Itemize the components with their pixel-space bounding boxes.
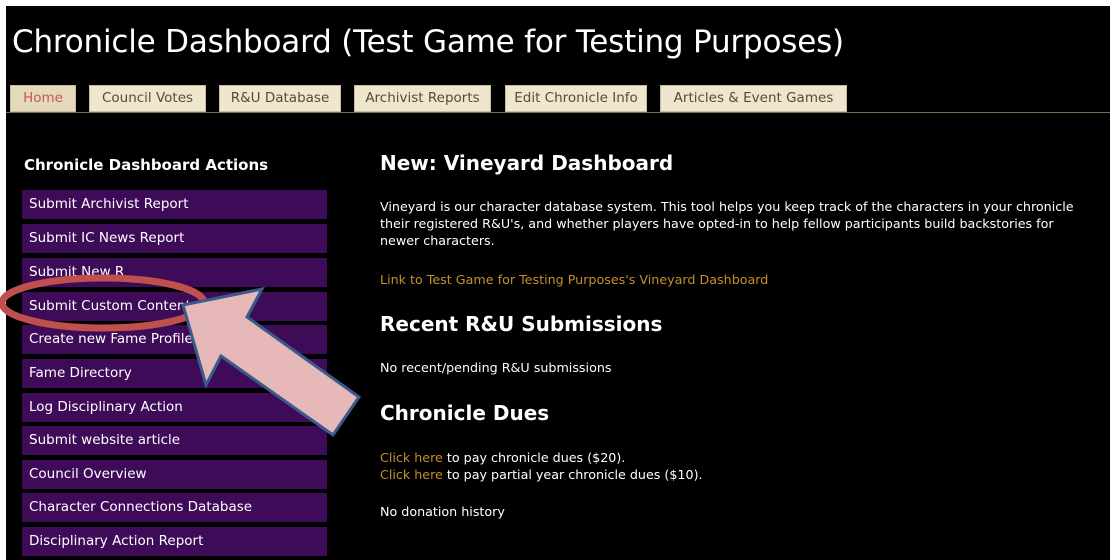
sidebar-item-log-disciplinary-action[interactable]: Log Disciplinary Action: [22, 393, 327, 422]
pay-dues-link[interactable]: Click here: [380, 450, 443, 465]
tab-ru-database[interactable]: R&U Database: [219, 85, 341, 112]
tab-edit-chronicle-info[interactable]: Edit Chronicle Info: [505, 85, 647, 112]
sidebar-item-disciplinary-action-report[interactable]: Disciplinary Action Report: [22, 527, 327, 556]
dues-partial-line: Click here to pay partial year chronicle…: [380, 466, 703, 483]
page-title: Chronicle Dashboard (Test Game for Testi…: [12, 24, 844, 60]
vineyard-description-line3: newer characters.: [380, 233, 495, 248]
vineyard-description-line1: Vineyard is our character database syste…: [380, 199, 1074, 214]
ru-submissions-empty-text: No recent/pending R&U submissions: [380, 360, 612, 375]
tab-archivist-reports[interactable]: Archivist Reports: [354, 85, 491, 112]
donation-history-text: No donation history: [380, 504, 505, 519]
sidebar-item-character-connections-database[interactable]: Character Connections Database: [22, 493, 327, 522]
sidebar-item-submit-archivist-report[interactable]: Submit Archivist Report: [22, 190, 327, 219]
dues-full-line: Click here to pay chronicle dues ($20).: [380, 449, 625, 466]
sidebar-item-submit-website-article[interactable]: Submit website article: [22, 426, 327, 455]
sidebar-item-submit-ic-news-report[interactable]: Submit IC News Report: [22, 224, 327, 253]
ru-submissions-heading: Recent R&U Submissions: [380, 312, 663, 336]
tabs-divider: [6, 112, 1110, 113]
sidebar-item-submit-new-ru[interactable]: Submit New R: [22, 258, 327, 287]
sidebar-item-submit-custom-content[interactable]: Submit Custom Content: [22, 292, 327, 321]
pay-partial-dues-link[interactable]: Click here: [380, 467, 443, 482]
vineyard-description-line2: their registered R&U's, and whether play…: [380, 216, 1054, 231]
vineyard-heading: New: Vineyard Dashboard: [380, 151, 674, 175]
tab-council-votes[interactable]: Council Votes: [89, 85, 206, 112]
chronicle-dashboard-window: Chronicle Dashboard (Test Game for Testi…: [6, 6, 1110, 560]
sidebar-heading: Chronicle Dashboard Actions: [24, 156, 269, 174]
pay-partial-dues-text: to pay partial year chronicle dues ($10)…: [442, 467, 703, 482]
pay-dues-text: to pay chronicle dues ($20).: [442, 450, 626, 465]
tab-articles-event-games[interactable]: Articles & Event Games: [660, 85, 847, 112]
sidebar-item-council-overview[interactable]: Council Overview: [22, 460, 327, 489]
sidebar-item-create-fame-profile[interactable]: Create new Fame Profile: [22, 325, 327, 354]
chronicle-dues-heading: Chronicle Dues: [380, 401, 550, 425]
tab-home[interactable]: Home: [10, 85, 76, 112]
vineyard-dashboard-link[interactable]: Link to Test Game for Testing Purposes's…: [380, 272, 768, 287]
sidebar-item-fame-directory[interactable]: Fame Directory: [22, 359, 327, 388]
